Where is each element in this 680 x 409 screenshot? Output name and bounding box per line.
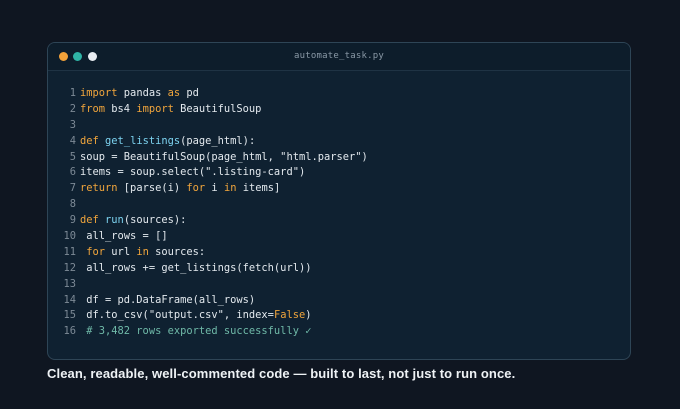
code-token: # 3,482 rows exported successfully ✓: [80, 325, 312, 338]
line-number: 15: [63, 309, 76, 322]
code-token: pandas: [117, 87, 168, 99]
code-token: all_rows = []: [80, 230, 168, 243]
code-token: import: [136, 102, 174, 115]
code-line: 10 all_rows = []: [48, 229, 630, 245]
code-line: 7 return [parse(i) for i in items]: [48, 181, 630, 197]
code-token: in: [136, 245, 149, 258]
code-token: (page_html):: [180, 134, 256, 147]
line-number: 12: [63, 261, 76, 274]
line-number: 11: [63, 245, 76, 258]
code-token: url: [105, 245, 137, 258]
code-token: i: [205, 182, 224, 195]
code-token: items]: [236, 182, 281, 195]
code-token: return: [80, 182, 118, 195]
code-token: get_listings: [105, 134, 181, 147]
line-number: 14: [63, 293, 76, 306]
line-number: 13: [63, 277, 76, 290]
code-token: [parse(i): [117, 182, 187, 195]
code-token: from: [80, 102, 106, 115]
code-token: for: [186, 182, 206, 195]
code-token: items = soup.select(".listing-card"): [80, 166, 306, 179]
code-token: in: [223, 182, 237, 195]
code-line: 4 def get_listings(page_html):: [48, 134, 630, 150]
line-number: 4: [69, 134, 76, 147]
code-line: 8: [48, 197, 630, 213]
line-number: 9: [69, 214, 76, 227]
title-bar: automate_task.py: [48, 43, 630, 71]
code-token: BeautifulSoup: [173, 102, 262, 115]
code-editor[interactable]: 1 import pandas as pd 2 from bs4 import Bea…: [48, 86, 630, 340]
code-token: soup = BeautifulSoup(page_html, "html.pa…: [80, 150, 368, 163]
code-line: 13: [48, 277, 630, 293]
line-number: 7: [69, 182, 76, 195]
code-window: automate_task.py 1 import pandas as pd 2 fr…: [47, 42, 631, 360]
code-token: run: [105, 214, 124, 227]
code-line: 14 df = pd.DataFrame(all_rows): [48, 293, 630, 309]
code-token: all_rows += get_listings(fetch(url)): [80, 261, 312, 274]
code-token: (sources):: [123, 214, 187, 227]
code-line: 2 from bs4 import BeautifulSoup: [48, 102, 630, 118]
line-number: 6: [69, 166, 76, 179]
code-token: def: [80, 214, 99, 227]
code-token: ): [305, 309, 312, 322]
code-line: 1 import pandas as pd: [48, 86, 630, 102]
code-token: bs4: [105, 102, 137, 115]
code-line: 6 items = soup.select(".listing-card"): [48, 165, 630, 181]
code-line: 3: [48, 118, 630, 134]
line-number: 1: [69, 87, 76, 99]
caption-text: Clean, readable, well-commented code — b…: [47, 366, 516, 381]
line-number: 10: [63, 230, 76, 243]
code-token: False: [273, 309, 306, 322]
stage: automate_task.py 1 import pandas as pd 2 fr…: [0, 0, 680, 409]
code-line: 12 all_rows += get_listings(fetch(url)): [48, 261, 630, 277]
window-filename: automate_task.py: [294, 51, 384, 61]
line-number: 16: [63, 325, 76, 338]
code-token: import: [80, 87, 118, 99]
code-line: 16 # 3,482 rows exported successfully ✓: [48, 324, 630, 340]
code-line: 11 for url in sources:: [48, 245, 630, 261]
code-token: df = pd.DataFrame(all_rows): [80, 293, 256, 306]
code-token: for: [86, 245, 106, 258]
code-line: 15 df.to_csv("output.csv", index=False): [48, 308, 630, 324]
code-token: as: [167, 87, 181, 99]
line-number: 5: [69, 150, 76, 163]
code-token: pd: [180, 87, 199, 99]
line-number: 8: [69, 198, 76, 211]
line-number: 2: [69, 102, 76, 115]
code-token: sources:: [148, 245, 206, 258]
line-number: 3: [69, 118, 76, 131]
code-line: 9 def run(sources):: [48, 213, 630, 229]
code-token: def: [80, 134, 99, 147]
code-line: 5 soup = BeautifulSoup(page_html, "html.p…: [48, 150, 630, 166]
code-token: df.to_csv("output.csv", index=: [80, 309, 274, 322]
